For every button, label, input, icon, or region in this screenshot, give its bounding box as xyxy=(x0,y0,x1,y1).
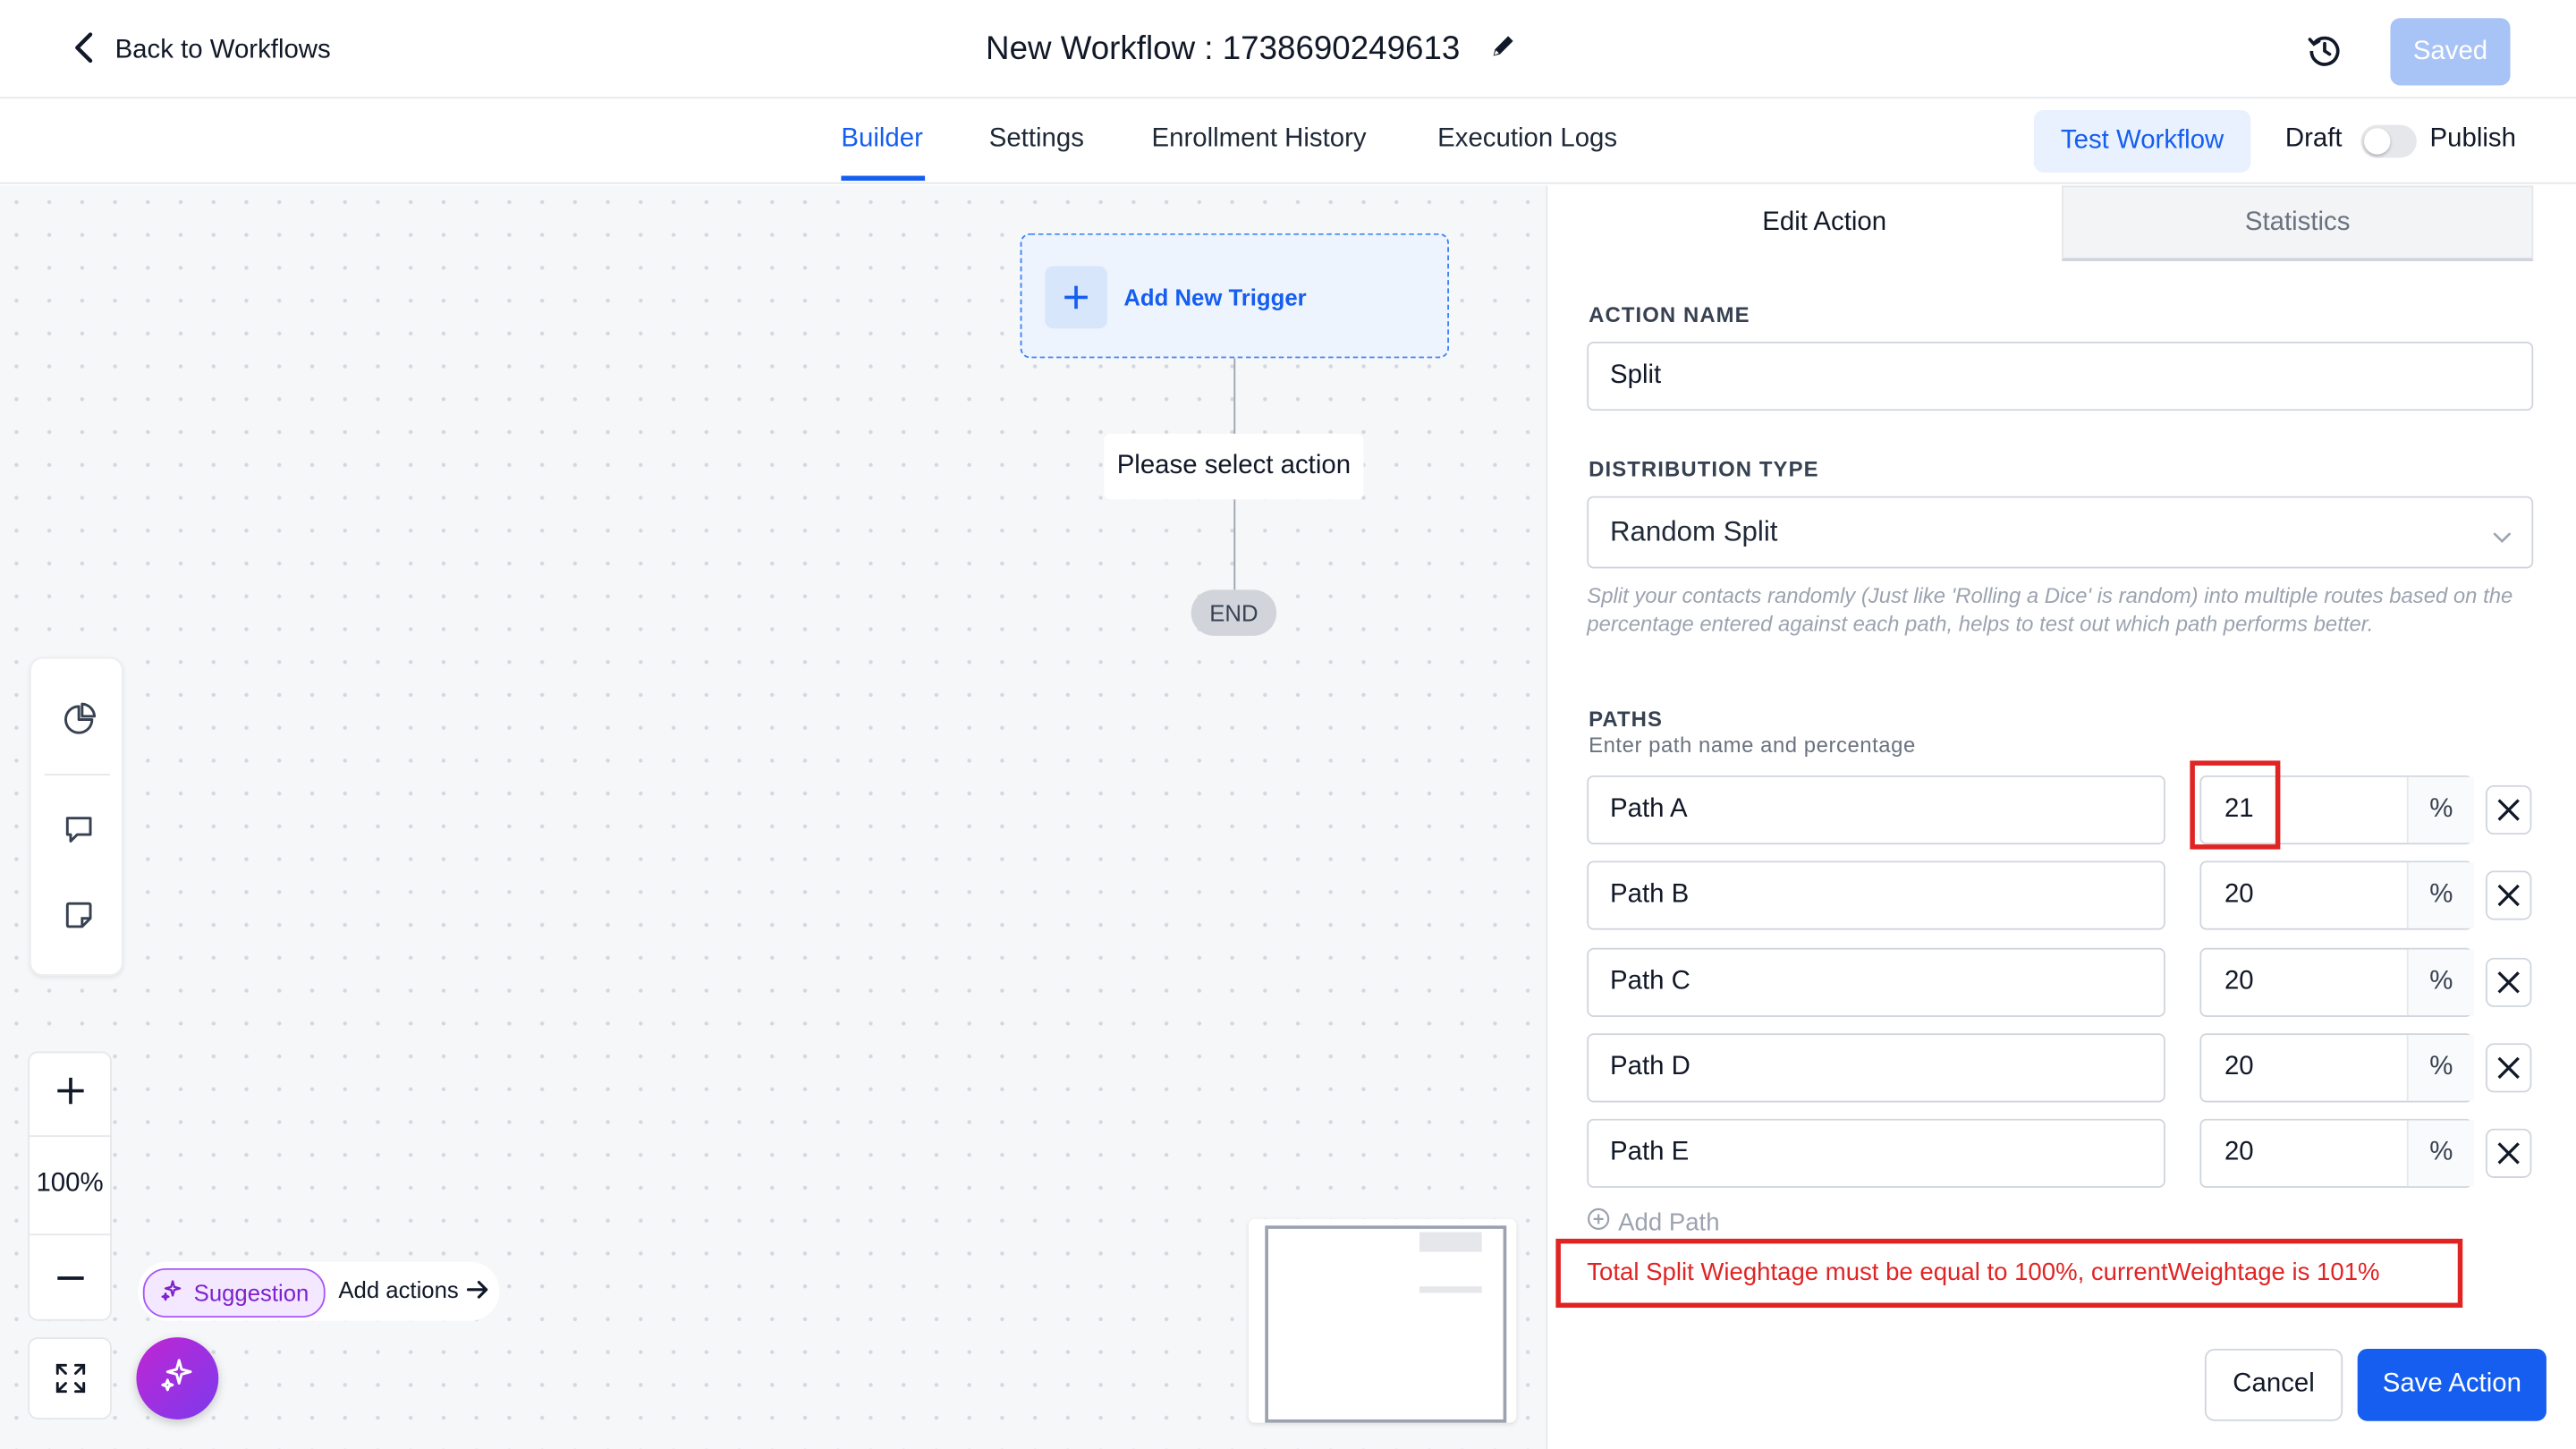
path-percent-input[interactable]: 20 % xyxy=(2199,1118,2475,1188)
minimap-node xyxy=(1419,1286,1482,1293)
add-path-label: Add Path xyxy=(1618,1208,1720,1237)
zoom-controls: 100% xyxy=(28,1051,112,1321)
tab-edit-action[interactable]: Edit Action xyxy=(1587,186,2062,261)
publish-label: Publish xyxy=(2429,124,2516,153)
close-icon[interactable] xyxy=(2485,957,2532,1007)
connector-line xyxy=(1233,499,1236,590)
fit-view-icon[interactable] xyxy=(28,1337,112,1419)
paths-subtitle: Enter path name and percentage xyxy=(1589,733,1916,758)
workflow-title-text: New Workflow : 1738690249613 xyxy=(986,30,1461,67)
close-icon[interactable] xyxy=(2485,870,2532,920)
percent-suffix: % xyxy=(2406,1120,2475,1187)
path-percent-input[interactable]: 20 % xyxy=(2199,1033,2475,1103)
sparkle-icon xyxy=(157,1354,197,1402)
back-label: Back to Workflows xyxy=(114,36,331,64)
suggestion-pill[interactable]: Suggestion xyxy=(142,1267,326,1318)
path-name-input[interactable]: Path A xyxy=(1587,775,2165,845)
percent-suffix: % xyxy=(2406,949,2475,1016)
connector-line xyxy=(1233,358,1236,434)
suggestion-bar[interactable]: Suggestion Add actions xyxy=(138,1261,500,1321)
saved-button[interactable]: Saved xyxy=(2390,18,2511,86)
action-name-label: ACTION NAME xyxy=(1589,301,1750,327)
path-name-input[interactable]: Path E xyxy=(1587,1118,2165,1188)
tab-enrollment-history[interactable]: Enrollment History xyxy=(1152,125,1367,158)
tab-builder[interactable]: Builder xyxy=(841,125,922,158)
minimap-node xyxy=(1419,1232,1482,1252)
distribution-type-select[interactable]: Random Split xyxy=(1587,496,2534,569)
zoom-divider xyxy=(30,1135,111,1138)
zoom-divider xyxy=(30,1233,111,1236)
error-message: Total Split Wieghtage must be equal to 1… xyxy=(1587,1258,2380,1287)
percent-suffix: % xyxy=(2406,862,2475,928)
close-icon[interactable] xyxy=(2485,1128,2532,1178)
percent-suffix: % xyxy=(2406,776,2475,843)
toggle-knob xyxy=(2364,128,2391,155)
arrow-right-icon[interactable] xyxy=(466,1278,490,1309)
close-icon[interactable] xyxy=(2485,784,2532,835)
paths-label: PATHS xyxy=(1589,706,1664,732)
end-node: END xyxy=(1191,589,1277,636)
path-name-input[interactable]: Path D xyxy=(1587,1033,2165,1103)
distribution-help-text: Split your contacts randomly (Just like … xyxy=(1587,583,2513,636)
tab-execution-logs[interactable]: Execution Logs xyxy=(1437,125,1617,158)
suggestion-text: Add actions xyxy=(338,1276,459,1303)
path-name-input[interactable]: Path C xyxy=(1587,947,2165,1017)
tab-statistics[interactable]: Statistics xyxy=(2062,185,2534,262)
zoom-in-icon[interactable] xyxy=(53,1072,89,1117)
tab-settings[interactable]: Settings xyxy=(989,125,1084,158)
draft-label: Draft xyxy=(2284,124,2343,153)
active-tab-indicator xyxy=(841,175,926,182)
ai-assistant-button[interactable] xyxy=(136,1337,219,1419)
path-percent-value: 20 xyxy=(2224,1053,2254,1081)
distribution-type-value: Random Split xyxy=(1610,515,1778,547)
history-icon[interactable] xyxy=(2300,26,2349,75)
add-trigger-label: Add New Trigger xyxy=(1123,284,1307,311)
path-a-highlight-box xyxy=(2190,760,2281,850)
test-workflow-button[interactable]: Test Workflow xyxy=(2033,110,2251,173)
add-trigger-node[interactable]: Add New Trigger xyxy=(1020,233,1450,359)
distribution-type-label: DISTRIBUTION TYPE xyxy=(1589,456,1819,482)
close-icon[interactable] xyxy=(2485,1043,2532,1093)
plus-icon xyxy=(1045,266,1107,329)
path-percent-value: 20 xyxy=(2224,967,2254,996)
percent-suffix: % xyxy=(2406,1035,2475,1101)
chevron-left-icon xyxy=(72,30,96,72)
add-path-button[interactable]: Add Path xyxy=(1587,1208,1720,1237)
minimap-viewport xyxy=(1265,1225,1507,1423)
publish-toggle[interactable] xyxy=(2360,124,2417,158)
minimap[interactable] xyxy=(1248,1218,1517,1423)
sparkle-icon xyxy=(159,1278,184,1308)
add-circle-icon xyxy=(1587,1208,1610,1237)
action-name-input[interactable]: Split xyxy=(1587,342,2534,411)
sticky-note-icon[interactable] xyxy=(55,891,104,940)
select-action-node[interactable]: Please select action xyxy=(1104,433,1364,500)
chevron-down-icon xyxy=(2492,522,2512,555)
path-name-input[interactable]: Path B xyxy=(1587,860,2165,930)
workflow-title: New Workflow : 1738690249613 xyxy=(986,23,1643,76)
suggestion-label: Suggestion xyxy=(193,1279,309,1307)
pencil-icon[interactable] xyxy=(1489,30,1515,68)
path-percent-input[interactable]: 20 % xyxy=(2199,860,2475,930)
comment-icon[interactable] xyxy=(55,805,104,854)
path-percent-value: 20 xyxy=(2224,880,2254,909)
pie-chart-icon[interactable] xyxy=(55,695,104,744)
zoom-out-icon[interactable] xyxy=(53,1260,89,1305)
back-to-workflows-link[interactable]: Back to Workflows xyxy=(72,30,331,72)
path-percent-input[interactable]: 20 % xyxy=(2199,947,2475,1017)
cancel-button[interactable]: Cancel xyxy=(2204,1348,2343,1421)
tool-divider xyxy=(44,774,111,775)
zoom-level: 100% xyxy=(36,1169,104,1198)
save-action-button[interactable]: Save Action xyxy=(2357,1348,2546,1421)
canvas-tools xyxy=(30,657,123,977)
path-percent-value: 20 xyxy=(2224,1138,2254,1167)
